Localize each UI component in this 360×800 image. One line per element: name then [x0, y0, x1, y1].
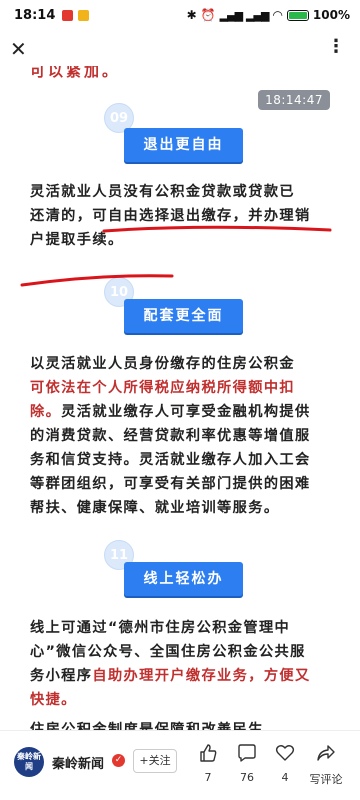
section-title-button: 线上轻松办	[124, 562, 243, 596]
bottom-action-bar: 秦岭新闻 秦岭新闻 ✓ +关注 7 76 4 写评论	[0, 730, 360, 800]
highlighted-text: 快捷。	[30, 692, 77, 708]
body-text: 的消费贷款、经营贷款利率优惠等增值服	[30, 428, 311, 444]
account-logo[interactable]: 秦岭新闻	[14, 747, 44, 777]
heart-icon	[275, 745, 295, 761]
section-title-button: 配套更全面	[124, 299, 243, 333]
top-bar: ✕ ⋮	[0, 34, 360, 66]
comment-button[interactable]: 76	[228, 743, 266, 784]
paragraph-line: 心”微信公众号、全国住房公积金公共服	[30, 640, 334, 664]
comment-icon	[238, 744, 256, 762]
highlighted-text: 自助办理开户缴存业务，方便又	[92, 668, 311, 684]
paragraph-line: 的消费贷款、经营贷款利率优惠等增值服	[30, 424, 334, 448]
paragraph-line: 除。灵活就业缴存人可享受金融机构提供	[30, 400, 334, 424]
status-right: ✱ ⏰ ▂▄▆ ▂▄▆ ◠ 100%	[187, 8, 350, 22]
section-paragraph: 线上可通过“德州市住房公积金管理中 心”微信公众号、全国住房公积金公共服 务小程序自…	[30, 616, 334, 712]
favorite-count: 4	[281, 771, 289, 784]
wifi-icon: ◠	[272, 8, 283, 22]
body-text: 帮扶、健康保障、就业培训等服务。	[30, 500, 280, 516]
paragraph-line: 等群团组织，可享受有关部门提供的困难	[30, 472, 334, 496]
signal-icon: ▂▄▆	[219, 8, 243, 22]
like-button[interactable]: 7	[189, 743, 227, 784]
verified-icon: ✓	[112, 754, 125, 767]
body-text: 线上可通过“德州市住房公积金管理中	[30, 620, 291, 636]
alarm-icon: ⏰	[200, 8, 216, 22]
app-notification-icon	[62, 10, 73, 21]
article-content[interactable]: 可以紧加。 18:14:47 09 退出更自由 灵活就业人员没有公积金贷款或贷款…	[0, 66, 360, 730]
favorite-button[interactable]: 4	[266, 743, 304, 784]
paragraph-line: 快捷。	[30, 688, 334, 712]
section-paragraph: 以灵活就业人员身份缴存的住房公积金 可依法在个人所得税应纳税所得额中扣 除。灵活就业…	[30, 352, 334, 520]
paragraph-line: 务小程序自助办理开户缴存业务，方便又	[30, 664, 334, 688]
thumbs-up-icon	[200, 744, 217, 762]
share-icon	[317, 745, 335, 761]
bluetooth-icon: ✱	[186, 8, 197, 22]
paragraph-line: 线上可通过“德州市住房公积金管理中	[30, 616, 334, 640]
cut-off-paragraph: 住房公积金制度是保障和改善民生	[30, 722, 264, 730]
share-label: 写评论	[309, 773, 343, 786]
follow-button[interactable]: +关注	[133, 749, 177, 773]
body-text: 等群团组织，可享受有关部门提供的困难	[30, 476, 311, 492]
highlighted-text: 除。	[30, 404, 62, 420]
body-text: 心”微信公众号、全国住房公积金公共服	[30, 644, 306, 660]
like-count: 7	[204, 771, 212, 784]
body-text: 务和信贷支持。灵活就业缴存人加入工会	[30, 452, 311, 468]
share-button[interactable]: 写评论	[304, 743, 348, 787]
highlighted-text: 可依法在个人所得税应纳税所得额中扣	[30, 380, 295, 396]
handwritten-underline	[20, 225, 332, 287]
status-bar: 18:14 ✱ ⏰ ▂▄▆ ▂▄▆ ◠ 100%	[0, 0, 360, 34]
battery-level: 100%	[312, 8, 350, 22]
status-time: 18:14	[14, 8, 56, 23]
close-icon[interactable]: ✕	[10, 38, 28, 60]
paragraph-line: 以灵活就业人员身份缴存的住房公积金	[30, 352, 334, 376]
paragraph-line: 可依法在个人所得税应纳税所得额中扣	[30, 376, 334, 400]
signal-icon-2: ▂▄▆	[246, 8, 269, 22]
battery-icon	[286, 9, 309, 21]
app-notification-icon-2	[78, 10, 89, 21]
comment-count: 76	[240, 771, 254, 784]
account-name[interactable]: 秦岭新闻	[52, 753, 104, 772]
notification-icons	[62, 10, 89, 21]
body-text: 以灵活就业人员身份缴存的住房公积金	[30, 356, 295, 372]
body-text: 灵活就业缴存人可享受金融机构提供	[61, 404, 311, 420]
more-options-icon[interactable]: ⋮	[327, 36, 346, 57]
body-text: 务小程序	[30, 668, 93, 684]
paragraph-line: 帮扶、健康保障、就业培训等服务。	[30, 496, 334, 520]
paragraph-line: 务和信贷支持。灵活就业缴存人加入工会	[30, 448, 334, 472]
